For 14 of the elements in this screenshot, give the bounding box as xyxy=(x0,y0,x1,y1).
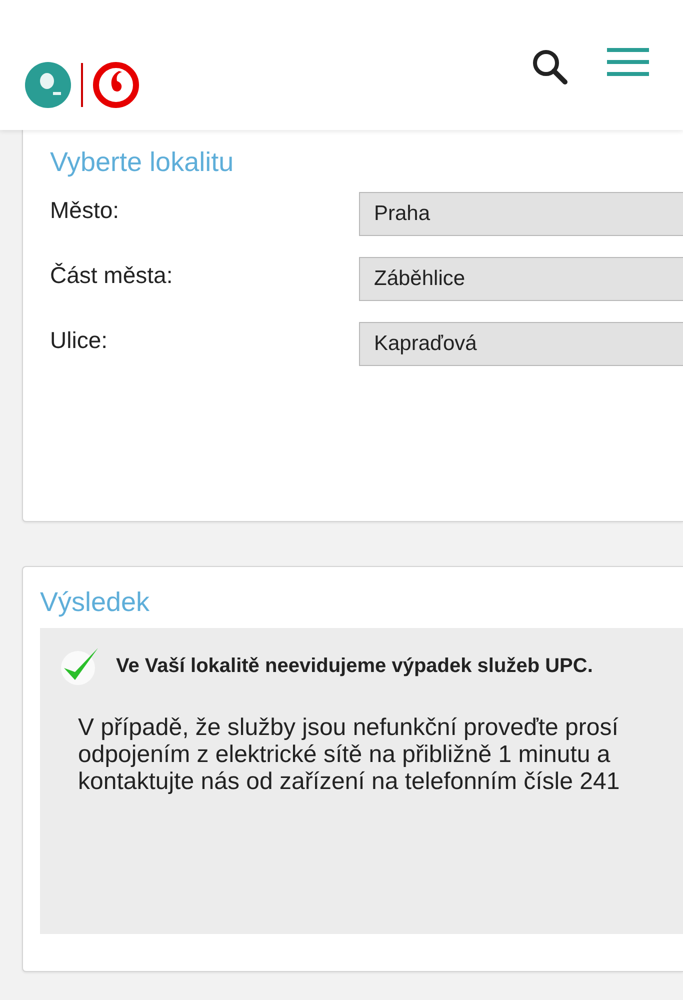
search-icon xyxy=(531,48,569,86)
field-label: Město: xyxy=(50,196,120,224)
select-field[interactable]: Kapraďová xyxy=(359,322,683,366)
select-field[interactable]: Záběhlice xyxy=(359,257,683,301)
field-label: Ulice: xyxy=(50,326,109,354)
field-label: Část města: xyxy=(50,261,174,289)
select-field[interactable]: Praha xyxy=(359,192,683,236)
info-text-line: V případě, že služby jsou nefunkční proveďte prosí xyxy=(78,714,620,741)
section-title: Výsledek xyxy=(40,587,151,618)
section-title: Vyberte lokalitu xyxy=(50,147,235,178)
status-message: Ve Vaší lokalitě neevidujeme výpadek služeb UPC. xyxy=(116,654,593,678)
info-text-line: kontaktujte nás od zařízení na telefonním čísle 241 xyxy=(78,768,621,795)
menu-icon xyxy=(607,48,649,78)
info-text-line: odpojením z elektrické sítě na přibližně 1 minutu a xyxy=(78,741,612,768)
